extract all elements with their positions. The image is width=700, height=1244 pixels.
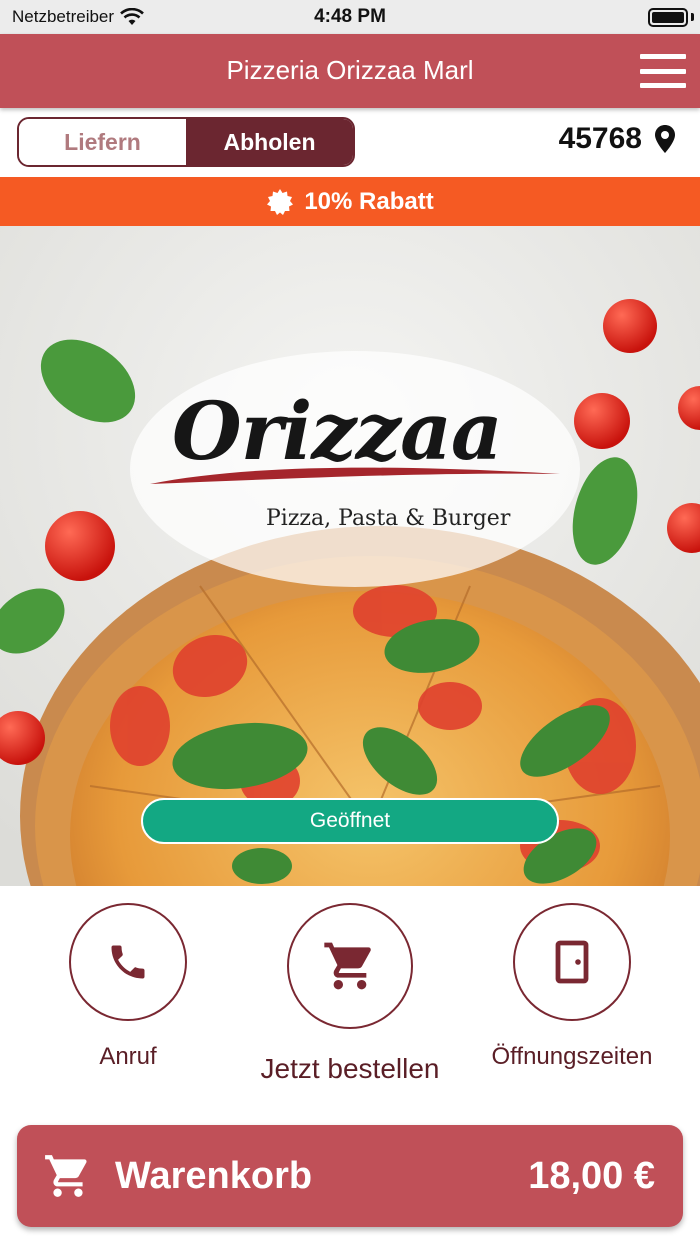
call-button[interactable] — [69, 903, 187, 1021]
open-status-badge[interactable]: Geöffnet — [141, 798, 559, 844]
location-pin-icon — [655, 125, 675, 153]
call-action[interactable]: Anruf — [69, 903, 187, 1071]
cart-icon — [324, 942, 371, 990]
badge-icon — [267, 188, 294, 215]
opening-hours-action[interactable]: Öffnungszeiten — [492, 903, 653, 1071]
order-now-action[interactable]: Jetzt bestellen — [261, 903, 440, 1085]
discount-banner[interactable]: 10% Rabatt — [0, 177, 700, 226]
pizza-illustration — [0, 226, 700, 886]
postal-code: 45768 — [558, 122, 642, 155]
discount-text: 10% Rabatt — [304, 187, 434, 215]
cart-total: 18,00 € — [528, 1154, 655, 1197]
cart-button[interactable]: Warenkorb 18,00 € — [17, 1125, 683, 1227]
delivery-option[interactable]: Liefern — [19, 119, 186, 165]
status-bar: Netzbetreiber 4:48 PM — [0, 0, 700, 34]
order-mode-toggle: Liefern Abholen — [17, 117, 355, 167]
logo-tagline: Pizza, Pasta & Burger — [266, 506, 511, 531]
opening-hours-button[interactable] — [513, 903, 631, 1021]
cart-icon — [45, 1155, 87, 1197]
logo-wordmark: Orizzaa — [172, 384, 503, 478]
cart-label: Warenkorb — [115, 1154, 313, 1197]
order-now-label: Jetzt bestellen — [260, 1053, 440, 1084]
hamburger-menu-icon[interactable] — [640, 54, 686, 88]
clock: 4:48 PM — [314, 6, 386, 27]
phone-icon — [111, 945, 145, 979]
order-now-button[interactable] — [287, 903, 413, 1029]
opening-hours-label: Öffnungszeiten — [491, 1043, 653, 1070]
page-title: Pizzeria Orizzaa Marl — [226, 55, 474, 85]
app-header: Pizzeria Orizzaa Marl — [0, 34, 700, 108]
call-label: Anruf — [99, 1043, 157, 1070]
door-icon — [555, 940, 589, 984]
battery-icon — [648, 8, 688, 27]
hero-image: Orizzaa Pizza, Pasta & Burger — [0, 226, 700, 886]
pickup-option[interactable]: Abholen — [186, 119, 353, 165]
postal-code-selector[interactable]: 45768 — [559, 122, 676, 156]
